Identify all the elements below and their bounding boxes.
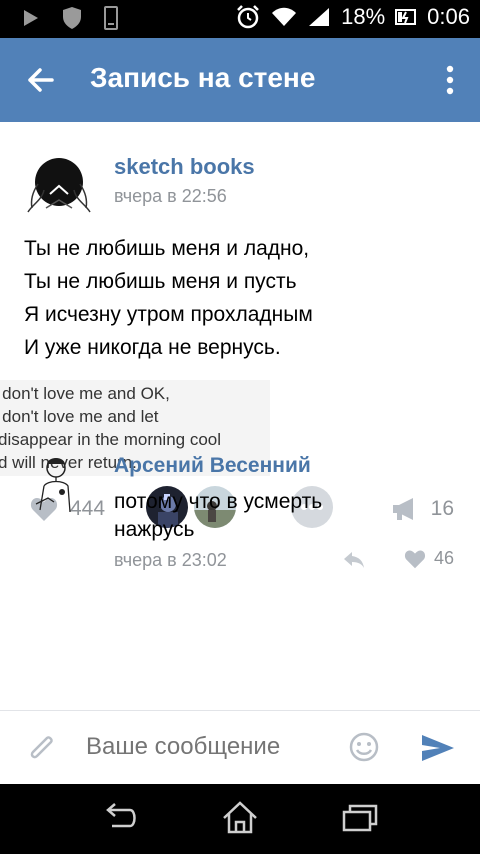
more-vertical-icon[interactable] [438,60,462,100]
back-nav-icon[interactable] [100,798,140,843]
post-time: вчера в 22:56 [114,186,227,206]
commenter-avatar[interactable] [32,452,78,518]
comment-like-button[interactable]: 46 [404,548,454,569]
home-nav-icon[interactable] [220,798,260,843]
post-line: Ты не любишь меня и ладно, [24,237,310,260]
back-arrow-icon[interactable] [22,60,62,100]
signal-icon [307,6,331,28]
wifi-icon [271,6,297,28]
clock: 0:06 [427,4,470,29]
app-bar: Запись на стене [0,38,480,122]
recent-apps-icon[interactable] [340,798,380,843]
post-line: Ты не любишь меня и пусть [24,270,297,293]
message-input[interactable] [86,733,326,761]
battery-percent: 18% [341,4,386,29]
alarm-icon [235,4,261,30]
heart-icon [404,550,426,568]
play-icon [22,8,40,28]
paperclip-icon[interactable] [26,731,58,770]
reply-icon[interactable] [342,550,366,575]
image-text-line: u don't love me and let [0,407,159,426]
message-composer [0,710,480,784]
comment-text: потому что в усмерть нажрусь [114,488,322,544]
post-text: Ты не любишь меня и ладно, Ты не любишь … [24,232,313,364]
system-nav-bar [0,784,480,854]
comment-likes-count: 46 [433,548,454,568]
smile-icon[interactable] [348,731,380,768]
comment-line: потому что в усмерть [114,490,323,513]
page-title: Запись на стене [90,62,316,93]
shield-icon [62,6,82,30]
comment: Арсений Весенний потому что в усмерть на… [0,440,480,590]
author-avatar[interactable] [24,150,94,220]
battery-icon [395,6,417,28]
post-line: Я исчезну утром прохладным [24,303,313,326]
post-line: И уже никогда не вернусь. [24,336,281,359]
status-bar: 18% 0:06 [0,0,480,38]
comment-time: вчера в 23:02 [114,550,227,570]
phone-icon [104,6,118,30]
comment-line: нажрусь [114,518,195,541]
post-author[interactable]: sketch books [114,154,255,180]
send-icon[interactable] [420,733,456,768]
image-text-line: u don't love me and OK, [0,384,170,403]
comment-author[interactable]: Арсений Весенний [114,454,311,478]
